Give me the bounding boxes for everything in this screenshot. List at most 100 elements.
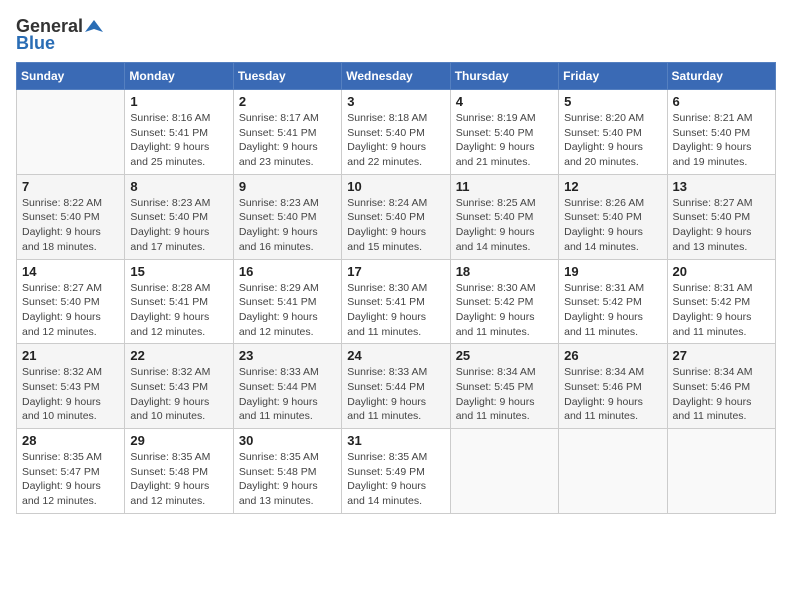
calendar-day-cell: 22 Sunrise: 8:32 AM Sunset: 5:43 PM Dayli…: [125, 344, 233, 429]
calendar-day-cell: 27 Sunrise: 8:34 AM Sunset: 5:46 PM Dayli…: [667, 344, 775, 429]
calendar-day-cell: 25 Sunrise: 8:34 AM Sunset: 5:45 PM Dayli…: [450, 344, 558, 429]
calendar-body: 1 Sunrise: 8:16 AM Sunset: 5:41 PM Daylig…: [17, 90, 776, 514]
calendar-day-cell: 17Sunrise: 8:30 AM Sunset: 5:41 PM Dayli…: [342, 259, 450, 344]
day-number: 6: [673, 94, 770, 109]
day-info: Sunrise: 8:19 AM Sunset: 5:40 PM Dayligh…: [456, 111, 553, 170]
day-number: 27: [673, 348, 770, 363]
calendar-day-cell: 23Sunrise: 8:33 AM Sunset: 5:44 PM Dayli…: [233, 344, 341, 429]
calendar-day-cell: 14 Sunrise: 8:27 AM Sunset: 5:40 PM Dayli…: [17, 259, 125, 344]
calendar-day-cell: 2 Sunrise: 8:17 AM Sunset: 5:41 PM Daylig…: [233, 90, 341, 175]
calendar-week-row: 1 Sunrise: 8:16 AM Sunset: 5:41 PM Daylig…: [17, 90, 776, 175]
day-number: 4: [456, 94, 553, 109]
day-info: Sunrise: 8:27 AM Sunset: 5:40 PM Dayligh…: [22, 281, 119, 340]
day-info: Sunrise: 8:35 AM Sunset: 5:47 PM Dayligh…: [22, 450, 119, 509]
calendar-day-cell: 1 Sunrise: 8:16 AM Sunset: 5:41 PM Daylig…: [125, 90, 233, 175]
day-info: Sunrise: 8:35 AM Sunset: 5:49 PM Dayligh…: [347, 450, 444, 509]
day-info: Sunrise: 8:23 AM Sunset: 5:40 PM Dayligh…: [239, 196, 336, 255]
day-info: Sunrise: 8:23 AM Sunset: 5:40 PM Dayligh…: [130, 196, 227, 255]
day-info: Sunrise: 8:30 AM Sunset: 5:42 PM Dayligh…: [456, 281, 553, 340]
day-number: 31: [347, 433, 444, 448]
calendar-day-cell: [17, 90, 125, 175]
day-number: 22: [130, 348, 227, 363]
day-number: 10: [347, 179, 444, 194]
day-number: 7: [22, 179, 119, 194]
calendar-day-cell: 19 Sunrise: 8:31 AM Sunset: 5:42 PM Dayli…: [559, 259, 667, 344]
day-number: 30: [239, 433, 336, 448]
day-number: 1: [130, 94, 227, 109]
calendar-day-cell: 31 Sunrise: 8:35 AM Sunset: 5:49 PM Dayli…: [342, 429, 450, 514]
calendar-day-cell: 16Sunrise: 8:29 AM Sunset: 5:41 PM Dayli…: [233, 259, 341, 344]
day-number: 24: [347, 348, 444, 363]
calendar-day-cell: 30Sunrise: 8:35 AM Sunset: 5:48 PM Dayli…: [233, 429, 341, 514]
day-info: Sunrise: 8:18 AM Sunset: 5:40 PM Dayligh…: [347, 111, 444, 170]
weekday-header: Wednesday: [342, 63, 450, 90]
calendar-day-cell: 21 Sunrise: 8:32 AM Sunset: 5:43 PM Dayli…: [17, 344, 125, 429]
day-number: 12: [564, 179, 661, 194]
calendar-day-cell: 5Sunrise: 8:20 AM Sunset: 5:40 PM Daylig…: [559, 90, 667, 175]
header: General Blue: [16, 16, 776, 54]
weekday-header: Sunday: [17, 63, 125, 90]
day-info: Sunrise: 8:22 AM Sunset: 5:40 PM Dayligh…: [22, 196, 119, 255]
day-info: Sunrise: 8:34 AM Sunset: 5:45 PM Dayligh…: [456, 365, 553, 424]
day-number: 28: [22, 433, 119, 448]
calendar-day-cell: 7 Sunrise: 8:22 AM Sunset: 5:40 PM Daylig…: [17, 174, 125, 259]
day-info: Sunrise: 8:33 AM Sunset: 5:44 PM Dayligh…: [239, 365, 336, 424]
calendar-day-cell: 29Sunrise: 8:35 AM Sunset: 5:48 PM Dayli…: [125, 429, 233, 514]
calendar-week-row: 21 Sunrise: 8:32 AM Sunset: 5:43 PM Dayli…: [17, 344, 776, 429]
day-info: Sunrise: 8:27 AM Sunset: 5:40 PM Dayligh…: [673, 196, 770, 255]
weekday-header: Friday: [559, 63, 667, 90]
day-info: Sunrise: 8:31 AM Sunset: 5:42 PM Dayligh…: [673, 281, 770, 340]
calendar-day-cell: 6 Sunrise: 8:21 AM Sunset: 5:40 PM Daylig…: [667, 90, 775, 175]
calendar-day-cell: 26Sunrise: 8:34 AM Sunset: 5:46 PM Dayli…: [559, 344, 667, 429]
weekday-header: Monday: [125, 63, 233, 90]
day-info: Sunrise: 8:17 AM Sunset: 5:41 PM Dayligh…: [239, 111, 336, 170]
calendar-day-cell: 15Sunrise: 8:28 AM Sunset: 5:41 PM Dayli…: [125, 259, 233, 344]
day-number: 9: [239, 179, 336, 194]
day-number: 16: [239, 264, 336, 279]
day-number: 21: [22, 348, 119, 363]
weekday-header: Tuesday: [233, 63, 341, 90]
calendar-day-cell: 20 Sunrise: 8:31 AM Sunset: 5:42 PM Dayli…: [667, 259, 775, 344]
day-info: Sunrise: 8:34 AM Sunset: 5:46 PM Dayligh…: [564, 365, 661, 424]
weekday-header: Saturday: [667, 63, 775, 90]
day-number: 11: [456, 179, 553, 194]
day-number: 14: [22, 264, 119, 279]
day-number: 18: [456, 264, 553, 279]
calendar-day-cell: 24 Sunrise: 8:33 AM Sunset: 5:44 PM Dayli…: [342, 344, 450, 429]
logo-blue: Blue: [16, 33, 55, 54]
day-info: Sunrise: 8:25 AM Sunset: 5:40 PM Dayligh…: [456, 196, 553, 255]
calendar-day-cell: [559, 429, 667, 514]
day-number: 15: [130, 264, 227, 279]
calendar-day-cell: 4 Sunrise: 8:19 AM Sunset: 5:40 PM Daylig…: [450, 90, 558, 175]
day-number: 20: [673, 264, 770, 279]
calendar-week-row: 28 Sunrise: 8:35 AM Sunset: 5:47 PM Dayli…: [17, 429, 776, 514]
day-info: Sunrise: 8:21 AM Sunset: 5:40 PM Dayligh…: [673, 111, 770, 170]
day-info: Sunrise: 8:24 AM Sunset: 5:40 PM Dayligh…: [347, 196, 444, 255]
day-info: Sunrise: 8:26 AM Sunset: 5:40 PM Dayligh…: [564, 196, 661, 255]
day-info: Sunrise: 8:34 AM Sunset: 5:46 PM Dayligh…: [673, 365, 770, 424]
day-number: 8: [130, 179, 227, 194]
day-number: 29: [130, 433, 227, 448]
day-number: 3: [347, 94, 444, 109]
day-number: 19: [564, 264, 661, 279]
calendar-day-cell: 9 Sunrise: 8:23 AM Sunset: 5:40 PM Daylig…: [233, 174, 341, 259]
calendar-week-row: 14 Sunrise: 8:27 AM Sunset: 5:40 PM Dayli…: [17, 259, 776, 344]
day-info: Sunrise: 8:31 AM Sunset: 5:42 PM Dayligh…: [564, 281, 661, 340]
calendar-table: SundayMondayTuesdayWednesdayThursdayFrid…: [16, 62, 776, 514]
day-number: 2: [239, 94, 336, 109]
calendar-day-cell: 18 Sunrise: 8:30 AM Sunset: 5:42 PM Dayli…: [450, 259, 558, 344]
calendar-day-cell: [450, 429, 558, 514]
day-info: Sunrise: 8:32 AM Sunset: 5:43 PM Dayligh…: [130, 365, 227, 424]
day-number: 13: [673, 179, 770, 194]
day-info: Sunrise: 8:33 AM Sunset: 5:44 PM Dayligh…: [347, 365, 444, 424]
calendar-day-cell: 13 Sunrise: 8:27 AM Sunset: 5:40 PM Dayli…: [667, 174, 775, 259]
calendar-day-cell: [667, 429, 775, 514]
calendar-day-cell: 12 Sunrise: 8:26 AM Sunset: 5:40 PM Dayli…: [559, 174, 667, 259]
weekday-header: Thursday: [450, 63, 558, 90]
calendar-day-cell: 11 Sunrise: 8:25 AM Sunset: 5:40 PM Dayli…: [450, 174, 558, 259]
day-info: Sunrise: 8:16 AM Sunset: 5:41 PM Dayligh…: [130, 111, 227, 170]
day-info: Sunrise: 8:30 AM Sunset: 5:41 PM Dayligh…: [347, 281, 444, 340]
day-info: Sunrise: 8:32 AM Sunset: 5:43 PM Dayligh…: [22, 365, 119, 424]
day-number: 25: [456, 348, 553, 363]
calendar-week-row: 7 Sunrise: 8:22 AM Sunset: 5:40 PM Daylig…: [17, 174, 776, 259]
